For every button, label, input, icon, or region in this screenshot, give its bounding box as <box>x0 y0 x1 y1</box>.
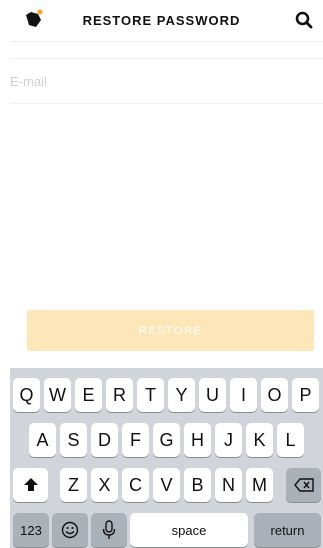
key-k[interactable]: K <box>246 423 273 457</box>
page-title: RESTORE PASSWORD <box>82 13 241 28</box>
key-g[interactable]: G <box>153 423 180 457</box>
email-row <box>10 58 323 104</box>
key-l[interactable]: L <box>277 423 304 457</box>
key-b[interactable]: B <box>184 468 211 502</box>
key-h[interactable]: H <box>184 423 211 457</box>
delete-key[interactable] <box>286 468 321 502</box>
restore-button-label: RESTORE <box>138 324 203 337</box>
key-n[interactable]: N <box>215 468 242 502</box>
key-m[interactable]: M <box>246 468 273 502</box>
shift-icon <box>23 478 38 491</box>
restore-button[interactable]: RESTORE <box>27 310 314 351</box>
key-u[interactable]: U <box>199 378 226 412</box>
microphone-key[interactable] <box>91 513 127 547</box>
key-a[interactable]: A <box>29 423 56 457</box>
key-z[interactable]: Z <box>60 468 87 502</box>
key-r[interactable]: R <box>106 378 133 412</box>
key-w[interactable]: W <box>44 378 71 412</box>
key-e[interactable]: E <box>75 378 102 412</box>
emoji-icon <box>61 521 79 539</box>
keyboard: Q W E R T Y U I O P A S D F G H J K L Z … <box>10 368 323 548</box>
emoji-key[interactable] <box>52 513 88 547</box>
email-field[interactable] <box>10 59 323 103</box>
delete-icon <box>293 478 314 492</box>
key-v[interactable]: V <box>153 468 180 502</box>
microphone-icon <box>102 520 116 539</box>
space-key[interactable]: space <box>130 513 248 547</box>
shift-key[interactable] <box>13 468 48 502</box>
key-s[interactable]: S <box>60 423 87 457</box>
numbers-key[interactable]: 123 <box>13 513 49 547</box>
key-o[interactable]: O <box>261 378 288 412</box>
return-key[interactable]: return <box>254 513 321 547</box>
key-y[interactable]: Y <box>168 378 195 412</box>
key-f[interactable]: F <box>122 423 149 457</box>
key-c[interactable]: C <box>122 468 149 502</box>
cat-logo-icon[interactable] <box>24 9 44 29</box>
key-i[interactable]: I <box>230 378 257 412</box>
header-divider <box>10 41 323 42</box>
key-x[interactable]: X <box>91 468 118 502</box>
header: RESTORE PASSWORD <box>0 0 323 41</box>
search-icon[interactable] <box>295 11 313 29</box>
key-j[interactable]: J <box>215 423 242 457</box>
key-d[interactable]: D <box>91 423 118 457</box>
key-p[interactable]: P <box>292 378 319 412</box>
key-q[interactable]: Q <box>13 378 40 412</box>
key-t[interactable]: T <box>137 378 164 412</box>
